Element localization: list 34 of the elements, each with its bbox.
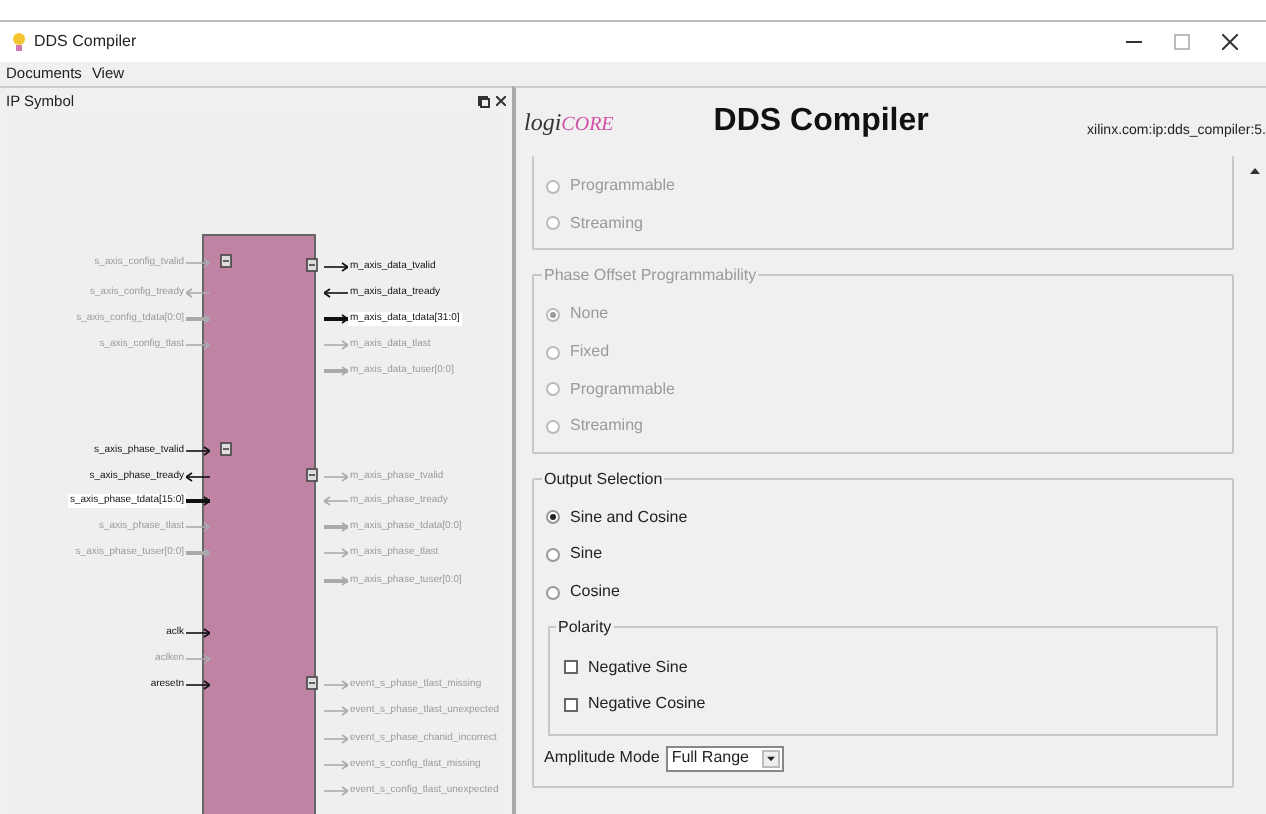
option-label: Programmable <box>570 377 675 402</box>
logicore-logo: logiCORE <box>524 106 614 140</box>
option-label: Cosine <box>570 580 620 605</box>
checkbox[interactable] <box>564 697 578 712</box>
collapse-icon[interactable] <box>220 254 232 268</box>
option-label: Sine <box>570 542 603 567</box>
close-icon[interactable] <box>1222 34 1238 50</box>
option-label: Streaming <box>570 211 643 236</box>
option-label: Sine and Cosine <box>570 505 688 530</box>
collapse-icon[interactable] <box>306 468 318 482</box>
float-icon[interactable] <box>478 95 490 107</box>
group-title: Output Selection <box>542 467 665 492</box>
collapse-icon[interactable] <box>306 676 318 690</box>
group-title: Phase Offset Programmability <box>542 264 759 289</box>
option-label: Streaming <box>570 414 643 439</box>
window-title: DDS Compiler <box>34 30 137 54</box>
checkbox-label: Negative Sine <box>588 655 688 680</box>
scroll-up-icon[interactable] <box>1250 168 1260 176</box>
option-label: Fixed <box>570 340 610 365</box>
option-label: Programmable <box>570 174 675 199</box>
lightbulb-icon <box>12 32 26 52</box>
collapse-icon[interactable] <box>306 258 318 272</box>
radio-button[interactable] <box>546 510 560 525</box>
collapse-icon[interactable] <box>220 442 232 456</box>
radio-button[interactable] <box>546 585 560 600</box>
checkbox-label: Negative Cosine <box>588 692 706 717</box>
amplitude-mode-label: Amplitude Mode <box>544 746 660 771</box>
group-title: Polarity <box>556 616 614 641</box>
radio-button[interactable] <box>546 547 560 562</box>
close-icon[interactable] <box>496 96 506 106</box>
page-title: DDS Compiler <box>713 102 929 142</box>
checkbox[interactable] <box>564 660 578 675</box>
amplitude-mode-select[interactable]: Full Range <box>665 745 783 772</box>
option-label: None <box>570 302 609 327</box>
